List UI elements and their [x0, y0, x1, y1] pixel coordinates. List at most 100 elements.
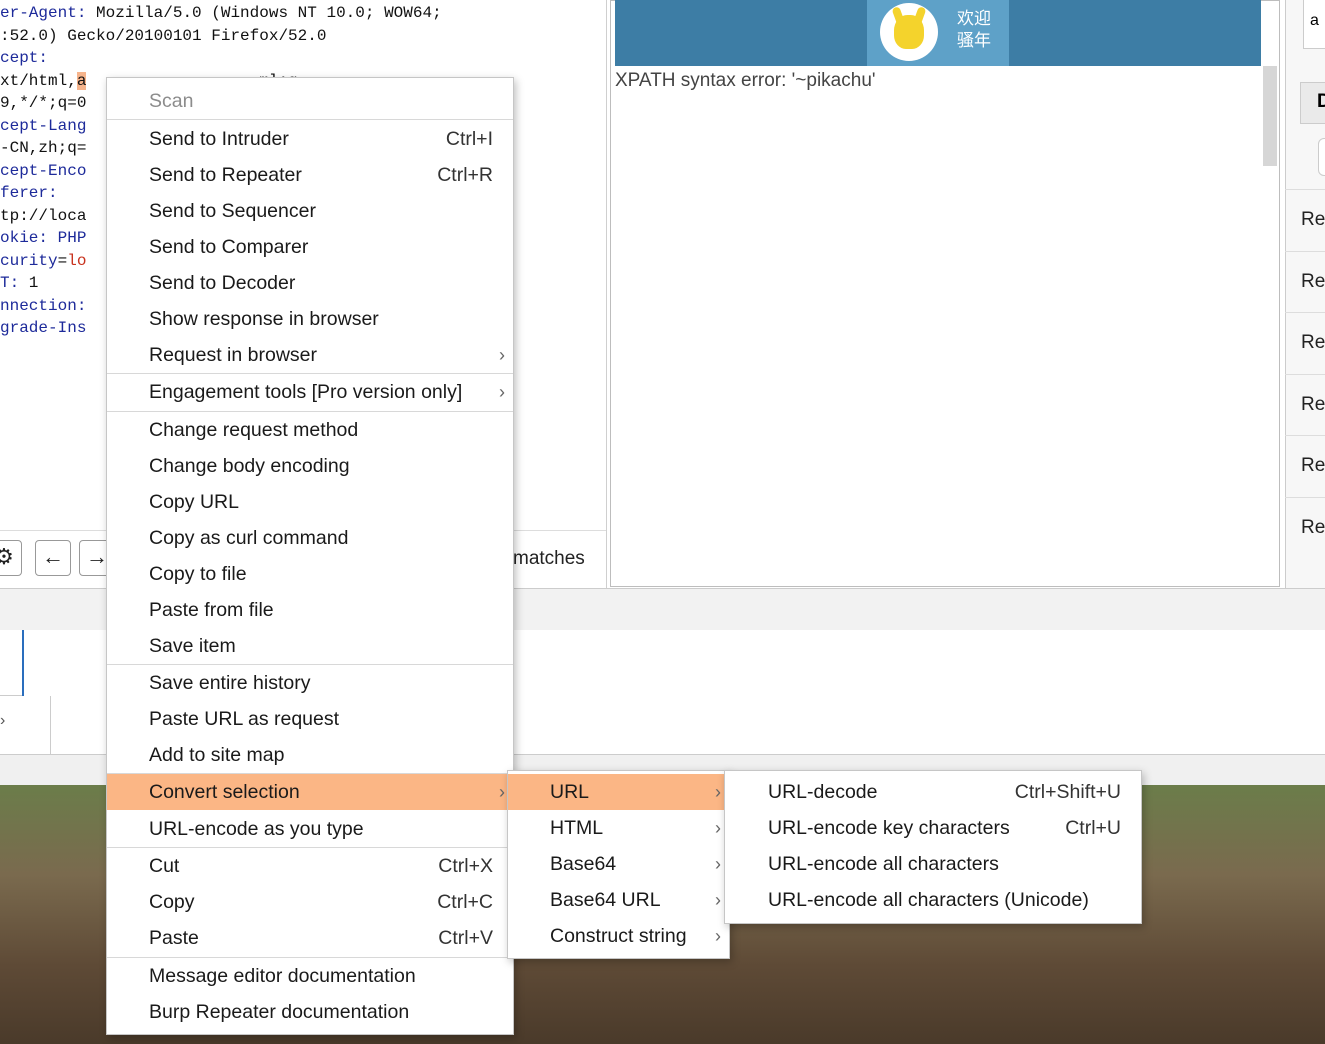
right-panel-item[interactable]: Re — [1285, 435, 1325, 495]
menu-item-copy-to-file[interactable]: Copy to file — [107, 556, 513, 592]
menu-item-label: Base64 — [550, 853, 617, 875]
header-name: ferer: — [0, 184, 58, 202]
menu-item-label: Save entire history — [149, 672, 311, 694]
window-divider — [0, 695, 22, 696]
menu-item-paste-url-as-request[interactable]: Paste URL as request — [107, 701, 513, 737]
menu-item-scan: Scan — [107, 83, 513, 119]
url-item-url-encode-all-characters[interactable]: URL-encode all characters — [725, 846, 1141, 882]
menu-item-copy-url[interactable]: Copy URL — [107, 484, 513, 520]
menu-item-send-to-intruder[interactable]: Send to Intruder Ctrl+I — [107, 121, 513, 157]
menu-item-change-body-encoding[interactable]: Change body encoding — [107, 448, 513, 484]
menu-item-label: URL-encode all characters (Unicode) — [768, 889, 1089, 911]
menu-item-shortcut: Ctrl+X — [438, 855, 493, 877]
menu-item-save-entire-history[interactable]: Save entire history — [107, 665, 513, 701]
right-panel-item[interactable]: Re — [1285, 189, 1325, 249]
menu-item-label: Engagement tools [Pro version only] — [149, 381, 463, 403]
header-value: tp://loca — [0, 206, 87, 225]
header-name: cept-Lang — [0, 116, 87, 135]
selected-text[interactable]: a — [76, 71, 87, 90]
convert-selection-submenu: URL › HTML › Base64 › Base64 URL › Construct str… — [507, 770, 730, 959]
header-value: 1 — [19, 274, 39, 292]
url-item-url-decode[interactable]: URL-decode Ctrl+Shift+U — [725, 774, 1141, 810]
request-line: cept-Enco — [0, 160, 86, 182]
menu-item-shortcut: Ctrl+R — [437, 164, 493, 186]
submenu-item-html[interactable]: HTML › — [508, 810, 729, 846]
menu-item-burp-repeater-documentation[interactable]: Burp Repeater documentation — [107, 994, 513, 1030]
chevron-right-icon: › — [715, 854, 721, 874]
menu-item-label: Message editor documentation — [149, 965, 416, 987]
submenu-item-base64[interactable]: Base64 › — [508, 846, 729, 882]
menu-item-label: Construct string — [550, 925, 687, 947]
submenu-item-construct-string[interactable]: Construct string › — [508, 918, 729, 954]
request-line: er-Agent: Mozilla/5.0 (Windows NT 10.0; … — [0, 2, 442, 24]
menu-item-paste[interactable]: Paste Ctrl+V — [107, 920, 513, 956]
menu-item-label: Send to Comparer — [149, 236, 309, 258]
header-value: Mozilla/5.0 (Windows NT 10.0; WOW64; — [86, 4, 442, 22]
submenu-item-base64-url[interactable]: Base64 URL › — [508, 882, 729, 918]
request-line: cept: — [0, 47, 48, 69]
url-item-url-encode-all-characters-unicode[interactable]: URL-encode all characters (Unicode) — [725, 882, 1141, 918]
menu-item-send-to-repeater[interactable]: Send to Repeater Ctrl+R — [107, 157, 513, 193]
menu-item-send-to-sequencer[interactable]: Send to Sequencer — [107, 193, 513, 229]
chevron-right-icon: › — [499, 345, 505, 365]
right-panel-item[interactable]: Re — [1285, 250, 1325, 311]
menu-item-save-item[interactable]: Save item — [107, 628, 513, 664]
request-line: T: 1 — [0, 272, 38, 294]
pikachu-avatar — [880, 3, 938, 61]
menu-item-send-to-decoder[interactable]: Send to Decoder — [107, 265, 513, 301]
menu-item-convert-selection[interactable]: Convert selection › — [107, 774, 513, 810]
menu-item-shortcut: Ctrl+Shift+U — [1014, 781, 1121, 803]
header-value: xt/html, — [0, 71, 77, 90]
header-value: PHP — [48, 229, 87, 247]
menu-item-label: Paste — [149, 927, 199, 949]
right-mid-control[interactable] — [1318, 138, 1325, 176]
menu-item-show-response-in-browser[interactable]: Show response in browser — [107, 301, 513, 337]
url-submenu: URL-decode Ctrl+Shift+U URL-encode key cha… — [724, 770, 1142, 924]
request-line: nnection: — [0, 295, 86, 317]
chevron-icon[interactable]: › — [0, 712, 5, 730]
right-bold-text: D — [1317, 91, 1325, 112]
menu-item-url-encode-as-you-type[interactable]: URL-encode as you type — [107, 811, 513, 847]
menu-item-send-to-comparer[interactable]: Send to Comparer — [107, 229, 513, 265]
header-name: cept-Enco — [0, 161, 87, 180]
menu-item-message-editor-documentation[interactable]: Message editor documentation — [107, 958, 513, 994]
gear-icon[interactable]: ⚙ — [0, 540, 22, 576]
welcome-line-1: 欢迎 — [957, 9, 991, 28]
menu-item-label: HTML — [550, 817, 604, 839]
menu-item-add-to-site-map[interactable]: Add to site map — [107, 737, 513, 773]
right-top-field[interactable]: a — [1303, 0, 1325, 49]
header-value: -CN,zh;q= — [0, 139, 87, 157]
right-panel-item[interactable]: Re — [1285, 373, 1325, 434]
menu-item-label: URL-decode — [768, 781, 878, 803]
menu-item-label: URL — [550, 781, 590, 803]
menu-item-request-in-browser[interactable]: Request in browser › — [107, 337, 513, 373]
back-button[interactable]: ← — [35, 540, 71, 576]
xpath-error-message: XPATH syntax error: '~pikachu' — [615, 70, 876, 91]
url-item-url-encode-key-characters[interactable]: URL-encode key characters Ctrl+U — [725, 810, 1141, 846]
menu-item-copy[interactable]: Copy Ctrl+C — [107, 884, 513, 920]
menu-item-engagement-tools-pro-version-only[interactable]: Engagement tools [Pro version only] › — [107, 374, 513, 410]
menu-item-shortcut: Ctrl+U — [1065, 817, 1121, 839]
right-top-text: a — [1310, 12, 1319, 29]
menu-item-cut[interactable]: Cut Ctrl+X — [107, 848, 513, 884]
menu-item-label: Copy URL — [149, 491, 239, 513]
menu-item-label: Cut — [149, 855, 180, 877]
menu-item-shortcut: Ctrl+I — [445, 128, 493, 150]
chevron-right-icon: › — [715, 890, 721, 910]
request-line: ferer: — [0, 182, 58, 204]
menu-item-change-request-method[interactable]: Change request method — [107, 412, 513, 448]
menu-item-label: Base64 URL — [550, 889, 661, 911]
menu-item-copy-as-curl-command[interactable]: Copy as curl command — [107, 520, 513, 556]
right-panel-item[interactable]: Re — [1285, 496, 1325, 557]
chevron-right-icon: › — [499, 782, 505, 802]
right-panel-item[interactable]: Re — [1285, 312, 1325, 372]
menu-item-label: Send to Decoder — [149, 272, 296, 294]
right-bold-tab[interactable]: D — [1300, 82, 1325, 124]
submenu-item-url[interactable]: URL › — [508, 774, 729, 810]
menu-item-label: Change body encoding — [149, 455, 350, 477]
menu-item-label: Add to site map — [149, 744, 285, 766]
request-line: grade-Ins — [0, 317, 86, 339]
response-scrollbar[interactable] — [1263, 66, 1277, 166]
menu-item-shortcut: Ctrl+C — [437, 891, 493, 913]
menu-item-paste-from-file[interactable]: Paste from file — [107, 592, 513, 628]
